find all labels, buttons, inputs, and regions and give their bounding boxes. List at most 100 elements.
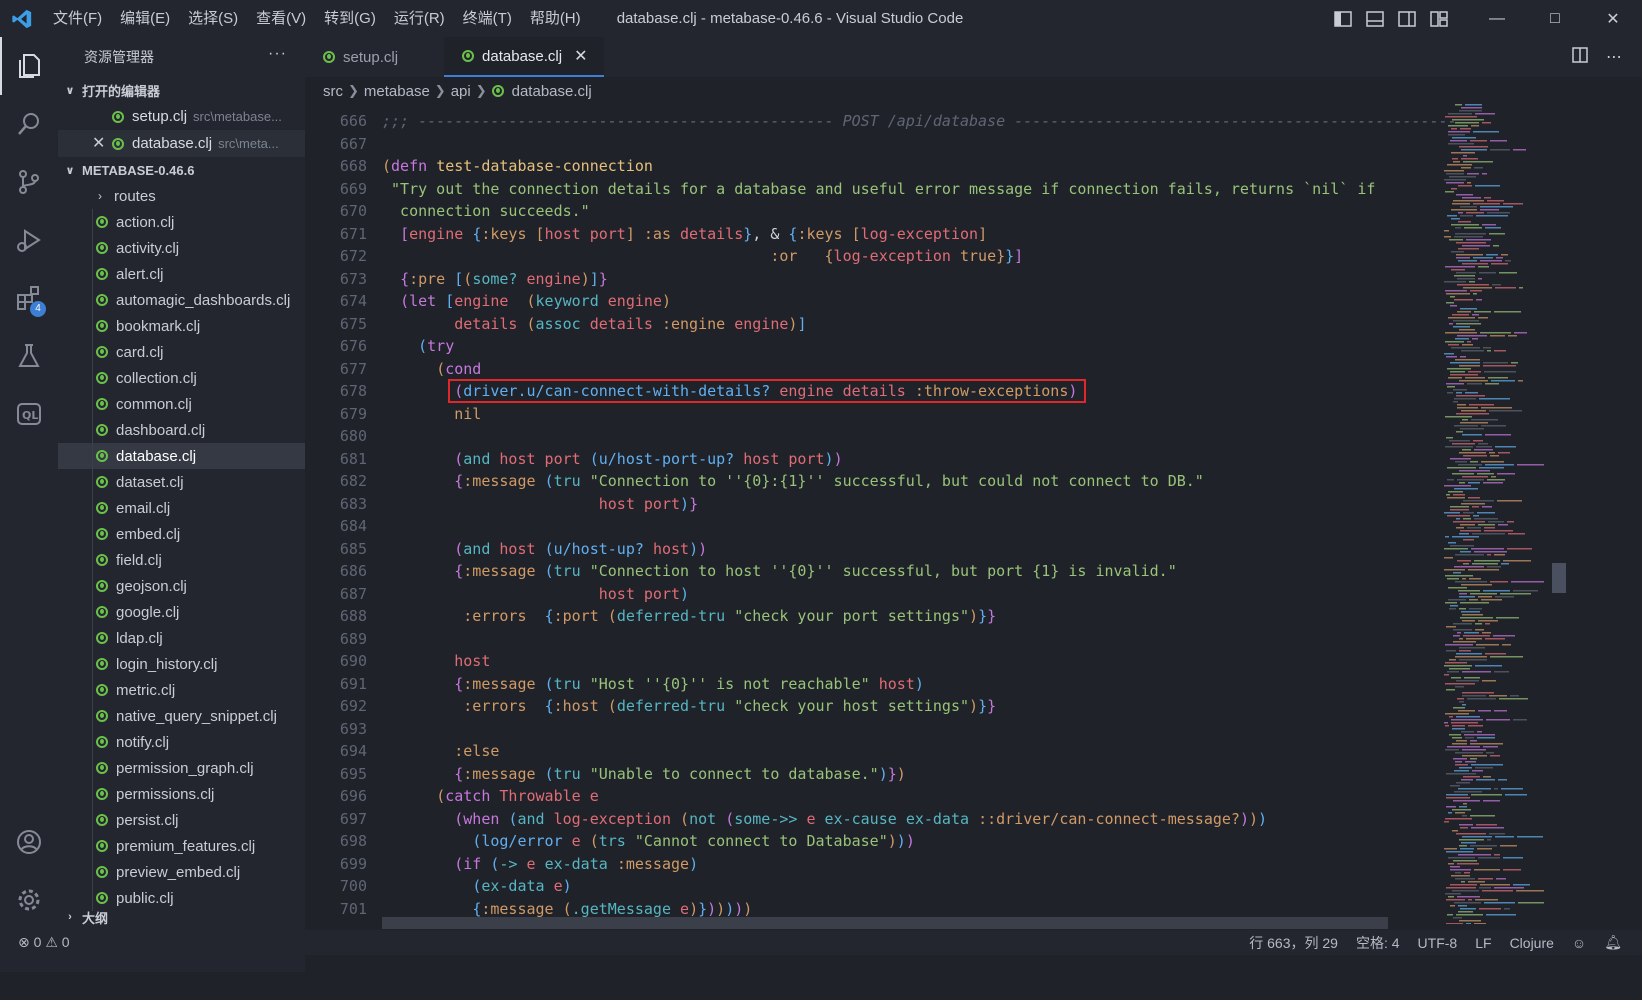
extensions-icon[interactable]: 4 — [0, 269, 58, 327]
code-line[interactable]: 686 {:message (tru "Connection to host '… — [305, 560, 1505, 583]
menu-view[interactable]: 查看(V) — [247, 0, 315, 37]
project-section[interactable]: ∨ METABASE-0.46.6 — [58, 157, 305, 183]
menu-help[interactable]: 帮助(H) — [521, 0, 590, 37]
graphql-icon[interactable]: QL — [0, 385, 58, 443]
code-line[interactable]: 679 nil — [305, 403, 1505, 426]
code-line[interactable]: 695 {:message (tru "Unable to connect to… — [305, 763, 1505, 786]
code-line[interactable]: 696 (catch Throwable e — [305, 785, 1505, 808]
problems-indicator[interactable]: ⊗ 0 ⚠ 0 — [18, 934, 70, 951]
file-item[interactable]: common.clj — [58, 391, 305, 417]
code-line[interactable]: 693 — [305, 718, 1505, 741]
cursor-position[interactable]: 行 663，列 29 — [1249, 933, 1338, 953]
explorer-icon[interactable] — [0, 37, 58, 95]
file-item[interactable]: login_history.clj — [58, 651, 305, 677]
close-editor-icon[interactable]: ✕ — [92, 133, 105, 153]
code-line[interactable]: 688 :errors {:port (deferred-tru "check … — [305, 605, 1505, 628]
indentation[interactable]: 空格: 4 — [1356, 933, 1400, 953]
code-line[interactable]: 681 (and host port (u/host-port-up? host… — [305, 448, 1505, 471]
file-item[interactable]: dataset.clj — [58, 469, 305, 495]
end-of-line[interactable]: LF — [1475, 935, 1491, 951]
file-item[interactable]: ldap.clj — [58, 625, 305, 651]
toggle-secondary-sidebar-icon[interactable] — [1398, 10, 1416, 27]
code-line[interactable]: 700 (ex-data e) — [305, 875, 1505, 898]
code-line[interactable]: 692 :errors {:host (deferred-tru "check … — [305, 695, 1505, 718]
encoding[interactable]: UTF-8 — [1418, 935, 1458, 951]
code-line[interactable]: 691 {:message (tru "Host ''{0}'' is not … — [305, 673, 1505, 696]
horizontal-scrollbar[interactable] — [382, 917, 1388, 929]
file-item[interactable]: collection.clj — [58, 365, 305, 391]
file-item[interactable]: permissions.clj — [58, 781, 305, 807]
menu-go[interactable]: 转到(G) — [315, 0, 385, 37]
code-line[interactable]: 680 — [305, 425, 1505, 448]
code-line[interactable]: 697 (when (and log-exception (not (some-… — [305, 808, 1505, 831]
file-item[interactable]: alert.clj — [58, 261, 305, 287]
code-line[interactable]: 670 connection succeeds." — [305, 200, 1505, 223]
menu-file[interactable]: 文件(F) — [44, 0, 111, 37]
file-item[interactable]: metric.clj — [58, 677, 305, 703]
file-item[interactable]: automagic_dashboards.clj — [58, 287, 305, 313]
menu-edit[interactable]: 编辑(E) — [111, 0, 179, 37]
file-item[interactable]: native_query_snippet.clj — [58, 703, 305, 729]
code-line[interactable]: 674 (let [engine (keyword engine) — [305, 290, 1505, 313]
close-window-icon[interactable]: ✕ — [1584, 0, 1642, 37]
language-mode[interactable]: Clojure — [1510, 935, 1554, 951]
file-item[interactable]: google.clj — [58, 599, 305, 625]
code-line[interactable]: 689 — [305, 628, 1505, 651]
explorer-more-actions[interactable]: ··· — [268, 45, 287, 63]
breadcrumb-metabase[interactable]: metabase — [364, 83, 430, 100]
file-item[interactable]: field.clj — [58, 547, 305, 573]
notifications-bell-icon[interactable]: 🔔︎ — [1604, 934, 1622, 951]
code-line[interactable]: 687 host port) — [305, 583, 1505, 606]
vertical-scrollbar-thumb[interactable] — [1552, 563, 1566, 593]
menu-terminal[interactable]: 终端(T) — [454, 0, 521, 37]
code-line[interactable]: 671 [engine {:keys [host port] :as detai… — [305, 223, 1505, 246]
file-item[interactable]: notify.clj — [58, 729, 305, 755]
code-line[interactable]: 694 :else — [305, 740, 1505, 763]
menu-run[interactable]: 运行(R) — [385, 0, 454, 37]
code-line[interactable]: 673 {:pre [(some? engine)]} — [305, 268, 1505, 291]
code-line[interactable]: 685 (and host (u/host-up? host)) — [305, 538, 1505, 561]
tab-database[interactable]: database.clj ✕ — [444, 37, 604, 77]
file-item[interactable]: email.clj — [58, 495, 305, 521]
customize-layout-icon[interactable] — [1430, 10, 1448, 27]
file-item[interactable]: card.clj — [58, 339, 305, 365]
run-debug-icon[interactable] — [0, 211, 58, 269]
file-item[interactable]: database.clj — [58, 443, 305, 469]
file-item[interactable]: activity.clj — [58, 235, 305, 261]
code-line[interactable]: 672 :or {log-exception true}}] — [305, 245, 1505, 268]
minimap[interactable] — [1442, 104, 1552, 925]
tab-setup[interactable]: setup.clj — [305, 37, 444, 77]
code-line[interactable]: 698 (log/error e (trs "Cannot connect to… — [305, 830, 1505, 853]
toggle-primary-sidebar-icon[interactable] — [1334, 10, 1352, 27]
split-editor-icon[interactable] — [1572, 46, 1588, 68]
file-item[interactable]: geojson.clj — [58, 573, 305, 599]
code-line[interactable]: 668 (defn test-database-connection — [305, 155, 1505, 178]
breadcrumb-src[interactable]: src — [323, 83, 343, 100]
code-line[interactable]: 683 host port)} — [305, 493, 1505, 516]
accounts-icon[interactable] — [0, 813, 58, 871]
file-item[interactable]: preview_embed.clj — [58, 859, 305, 885]
settings-gear-icon[interactable] — [0, 871, 58, 929]
file-item[interactable]: bookmark.clj — [58, 313, 305, 339]
source-control-icon[interactable] — [0, 153, 58, 211]
open-editor-setup[interactable]: setup.clj src\metabase... — [58, 103, 305, 130]
code-line[interactable]: 669 "Try out the connection details for … — [305, 178, 1505, 201]
folder-routes[interactable]: › routes — [58, 183, 305, 209]
open-editors-section[interactable]: ∨ 打开的编辑器 — [58, 77, 305, 103]
code-line[interactable]: 667 — [305, 133, 1505, 156]
code-line[interactable]: 690 host — [305, 650, 1505, 673]
outline-section[interactable]: › 大纲 — [58, 904, 305, 930]
code-line[interactable]: 684 — [305, 515, 1505, 538]
menu-selection[interactable]: 选择(S) — [179, 0, 247, 37]
search-icon[interactable] — [0, 95, 58, 153]
close-tab-icon[interactable]: ✕ — [574, 46, 587, 66]
file-item[interactable]: dashboard.clj — [58, 417, 305, 443]
testing-icon[interactable] — [0, 327, 58, 385]
code-line[interactable]: 675 details (assoc details :engine engin… — [305, 313, 1505, 336]
file-item[interactable]: persist.clj — [58, 807, 305, 833]
breadcrumb-file[interactable]: database.clj — [512, 83, 592, 100]
more-actions-icon[interactable]: ⋯ — [1606, 47, 1622, 67]
toggle-panel-icon[interactable] — [1366, 10, 1384, 27]
feedback-icon[interactable]: ☺ — [1572, 935, 1586, 951]
breadcrumb-api[interactable]: api — [451, 83, 471, 100]
